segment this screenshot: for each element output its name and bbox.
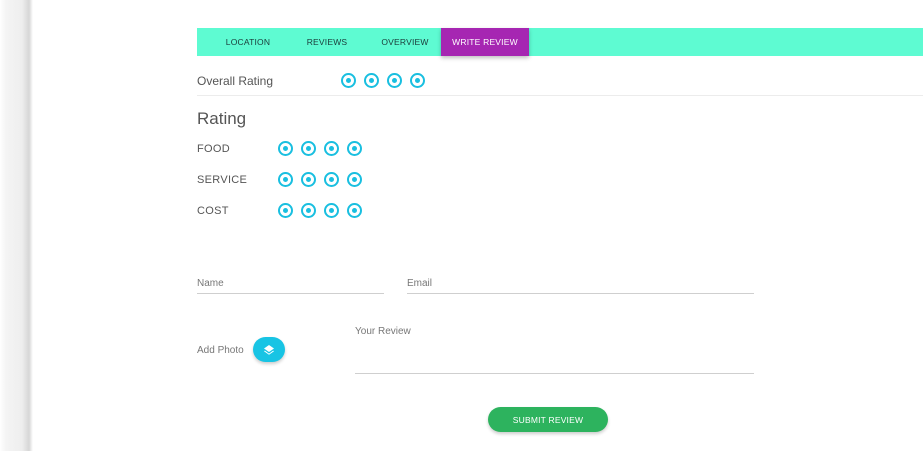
tab-location[interactable]: LOCATION [219, 28, 277, 56]
cost-rating-icon-3[interactable] [324, 203, 339, 218]
rating-label-food: FOOD [197, 143, 230, 155]
submit-review-button[interactable]: SUBMIT REVIEW [488, 407, 608, 432]
rating-heading: Rating [197, 109, 247, 128]
food-rating-icon-4[interactable] [347, 141, 362, 156]
layers-icon [264, 344, 274, 355]
tab-write-review[interactable]: WRITE REVIEW [441, 28, 529, 56]
cost-rating-icon-1[interactable] [278, 203, 293, 218]
tab-reviews[interactable]: REVIEWS [301, 28, 353, 56]
overall-divider [197, 95, 923, 96]
cost-rating-icon-2[interactable] [301, 203, 316, 218]
service-rating-icon-3[interactable] [324, 172, 339, 187]
email-field-underline [407, 293, 754, 294]
review-field-underline [355, 373, 754, 374]
cost-rating-icon-4[interactable] [347, 203, 362, 218]
overall-rating-icons [341, 73, 425, 88]
add-photo-button[interactable] [253, 337, 285, 362]
overall-rating-icon-2[interactable] [364, 73, 379, 88]
overall-rating-icon-4[interactable] [410, 73, 425, 88]
add-photo-label: Add Photo [197, 345, 244, 356]
overall-rating-label: Overall Rating [197, 74, 274, 88]
food-rating-icon-1[interactable] [278, 141, 293, 156]
food-rating-icon-3[interactable] [324, 141, 339, 156]
tab-overview[interactable]: OVERVIEW [369, 28, 441, 56]
name-field-underline [197, 293, 384, 294]
rating-label-service: SERVICE [197, 174, 248, 186]
name-field[interactable]: Name [197, 278, 224, 289]
overall-rating-icon-1[interactable] [341, 73, 356, 88]
left-rail [0, 0, 33, 451]
service-rating-icon-1[interactable] [278, 172, 293, 187]
email-field[interactable]: Email [407, 278, 432, 289]
service-rating-icon-2[interactable] [301, 172, 316, 187]
food-rating-icon-2[interactable] [301, 141, 316, 156]
service-rating-icons [278, 172, 362, 187]
rating-label-cost: COST [197, 205, 229, 217]
food-rating-icons [278, 141, 362, 156]
overall-rating-icon-3[interactable] [387, 73, 402, 88]
review-field[interactable]: Your Review [355, 326, 411, 337]
tab-bar: LOCATION REVIEWS OVERVIEW WRITE REVIEW [197, 28, 923, 56]
service-rating-icon-4[interactable] [347, 172, 362, 187]
cost-rating-icons [278, 203, 362, 218]
